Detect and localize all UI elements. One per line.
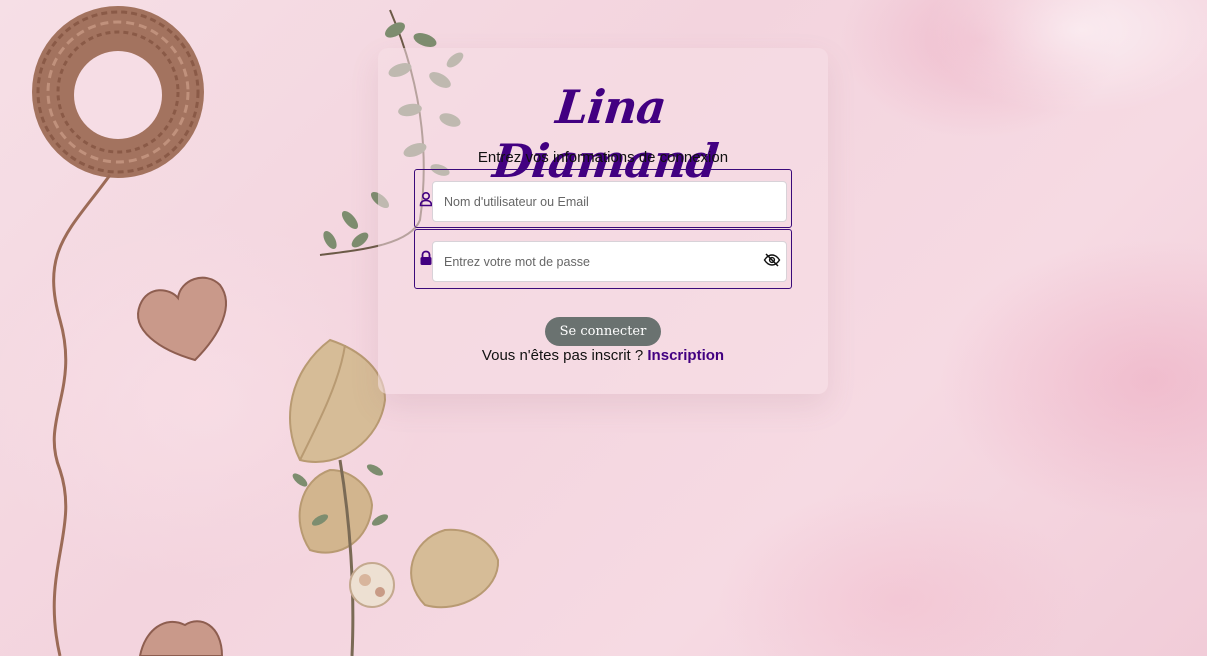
signup-row: Vous n'êtes pas inscrit ? Inscription [440, 347, 766, 364]
wood-heart [137, 276, 227, 362]
username-input[interactable] [432, 181, 787, 222]
login-button[interactable]: Se connecter [545, 317, 661, 346]
password-input[interactable] [432, 241, 787, 282]
signup-link[interactable]: Inscription [647, 347, 724, 364]
username-field-group [414, 169, 792, 228]
password-field-group [414, 229, 792, 289]
login-subtitle: Entrez vos informations de connexion [477, 149, 729, 166]
eye-slash-icon[interactable] [763, 252, 781, 268]
wood-heart-bottom [138, 620, 224, 656]
signup-prompt: Vous n'êtes pas inscrit ? [481, 347, 644, 364]
lock-icon [419, 250, 433, 266]
user-icon [419, 191, 433, 207]
